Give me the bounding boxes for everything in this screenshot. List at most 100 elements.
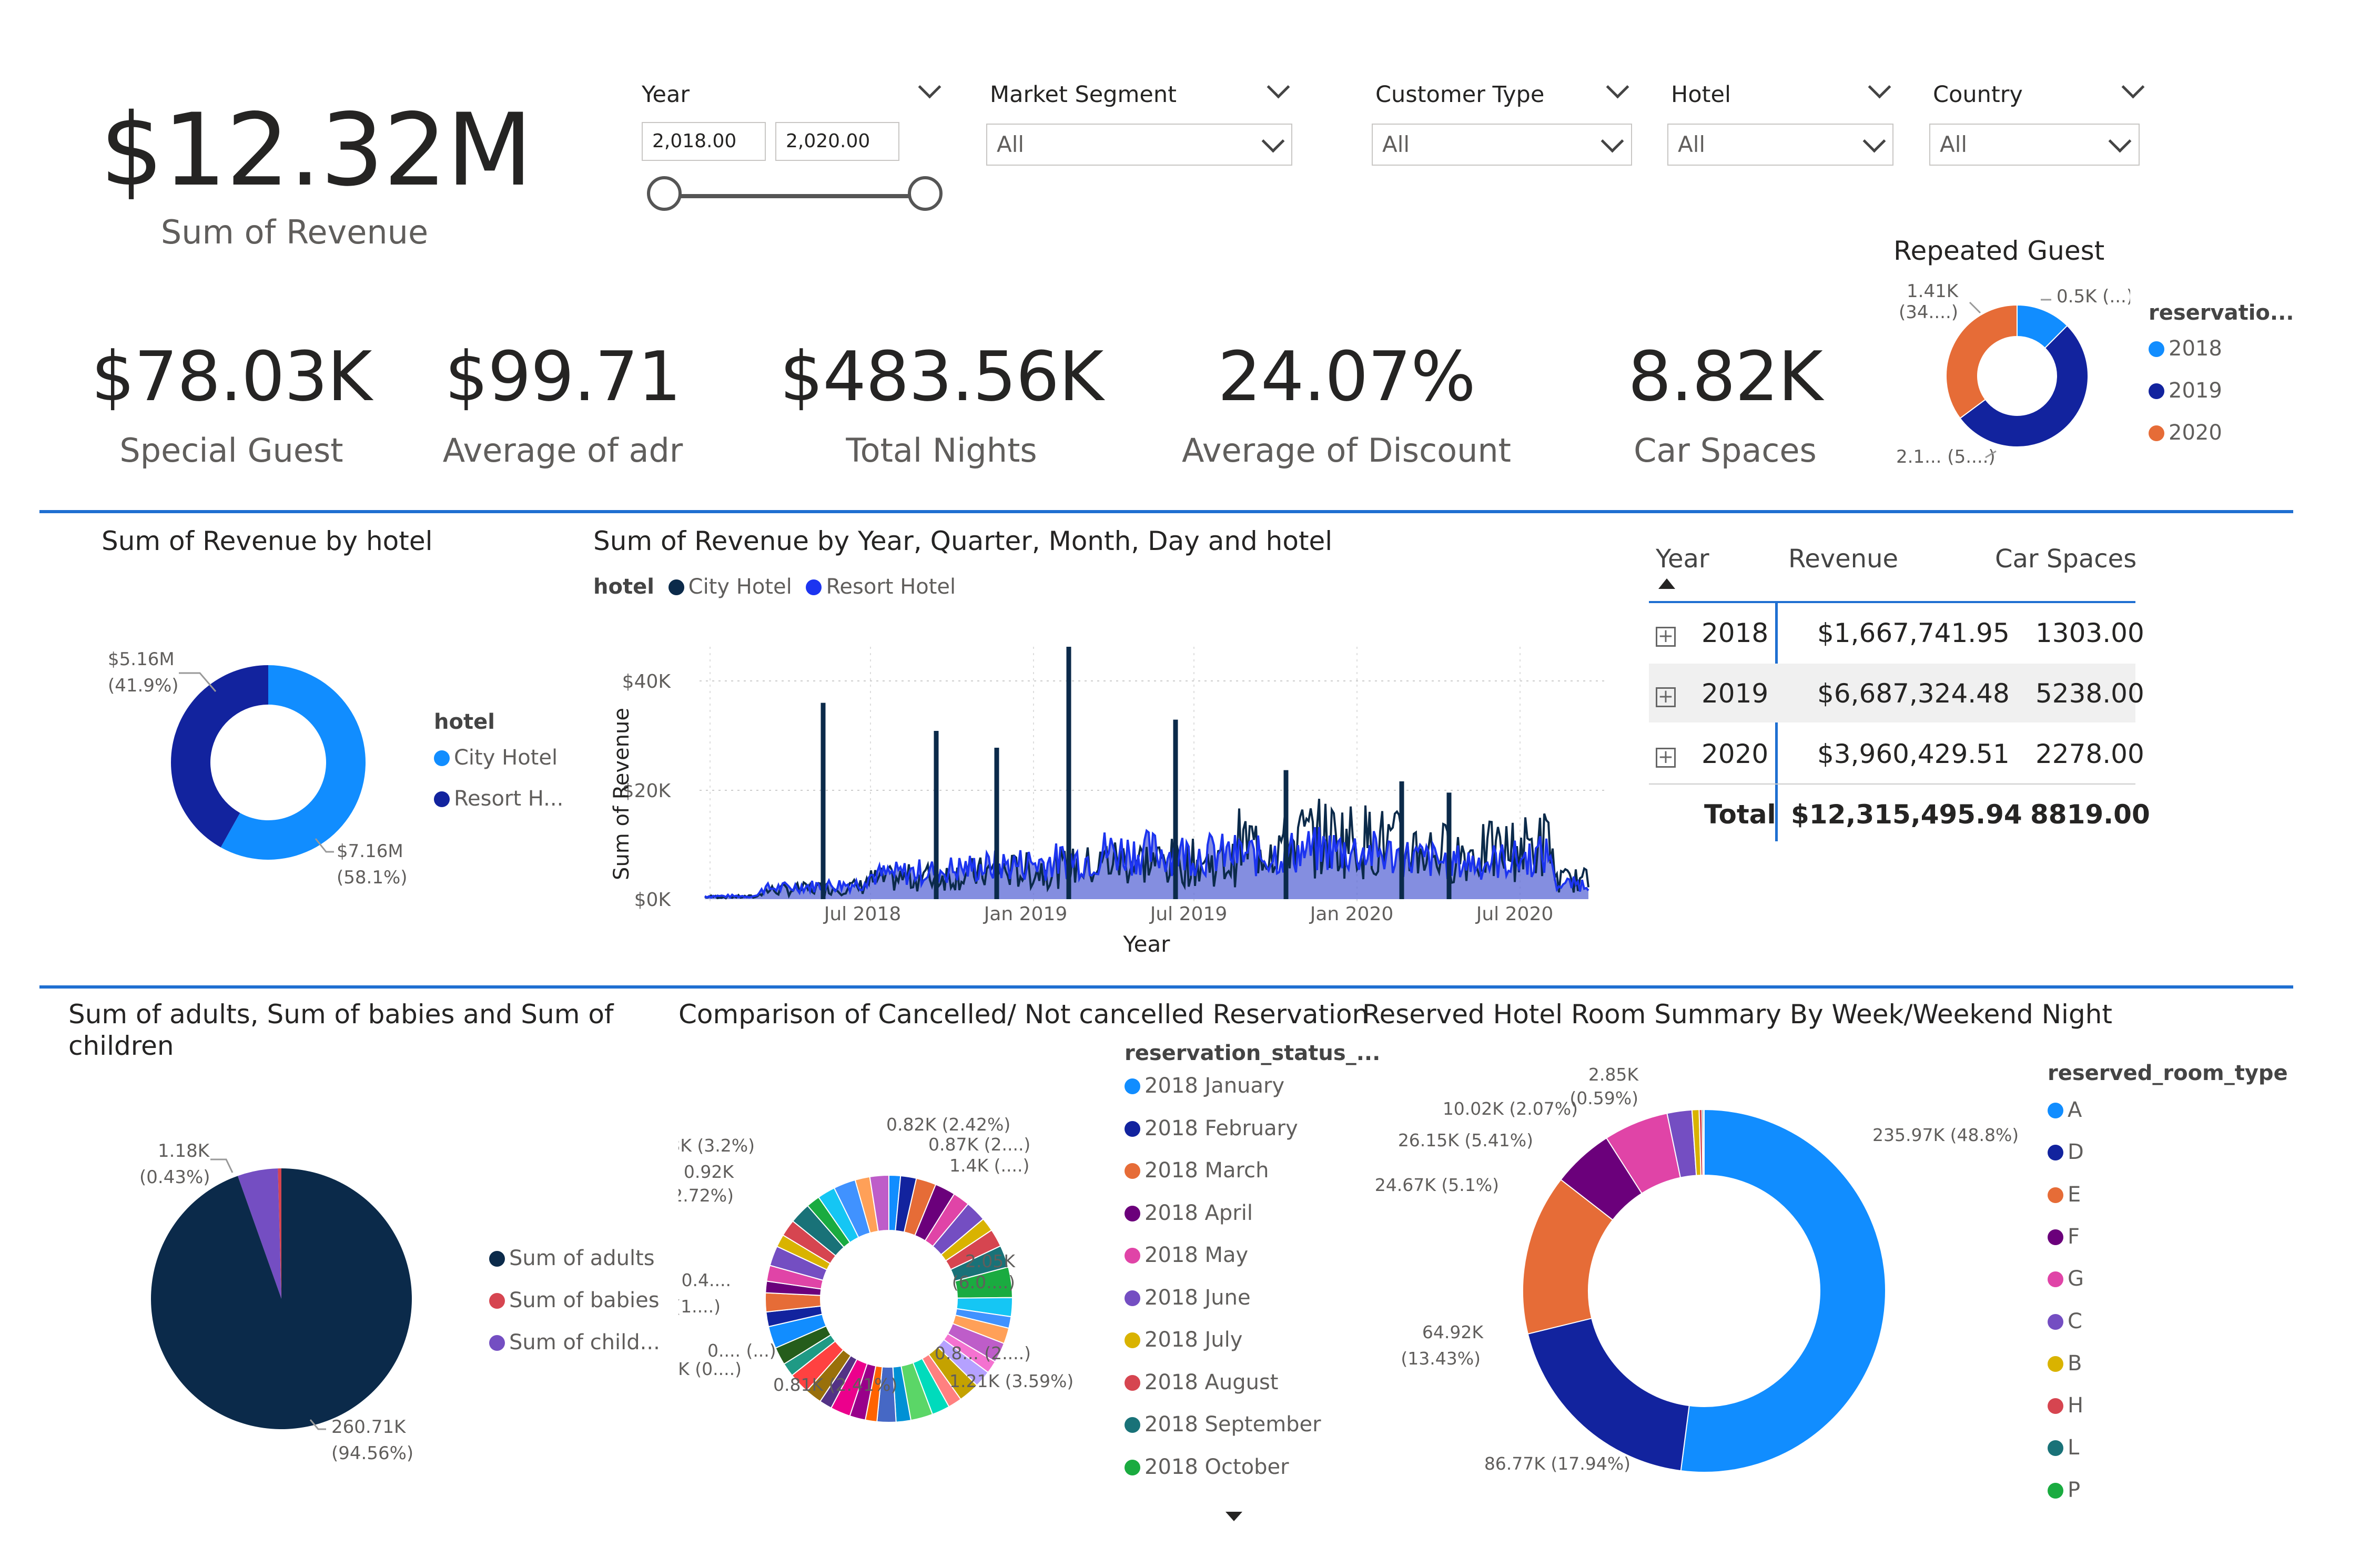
room-legend-label: F [2068, 1224, 2080, 1249]
rg-legend-2019[interactable]: 2019 [2149, 379, 2222, 403]
rh-legend-resort[interactable]: Resort H... [434, 787, 563, 811]
chevron-down-icon[interactable] [1267, 75, 1290, 99]
rg-legend-2018[interactable]: 2018 [2149, 337, 2222, 361]
room-legend-item[interactable]: A [2048, 1098, 2082, 1122]
chevron-down-icon[interactable] [2121, 75, 2145, 99]
cancel-legend-item[interactable]: 2018 January [1125, 1074, 1284, 1098]
gp-legend-adults[interactable]: Sum of adults [489, 1246, 655, 1270]
room-legend-item[interactable]: F [2048, 1225, 2080, 1249]
room-data-label: 86.77K (17.94%) [1484, 1453, 1630, 1474]
guests-pie[interactable]: 1.18K (0.43%) 260.71K (94.56%) [116, 1120, 473, 1478]
room-legend-label: D [2068, 1140, 2084, 1165]
cancel-legend-label: 2018 April [1145, 1200, 1253, 1225]
table-cell-year: 2020 [1702, 739, 1769, 769]
rg-legend-2020[interactable]: 2020 [2149, 421, 2222, 445]
section-divider [39, 510, 2293, 513]
chevron-down-icon[interactable] [1606, 75, 1629, 99]
year-min-input[interactable]: 2,018.00 [642, 122, 766, 161]
legend-scroll-down-icon[interactable] [1226, 1512, 1242, 1521]
room-data-label: 10.02K (2.07%) [1443, 1098, 1578, 1119]
room-donut[interactable]: 235.97K (48.8%) 86.77K (17.94%) 64.92K (13.… [1368, 1052, 2035, 1509]
cancel-legend-label: 2018 August [1145, 1370, 1279, 1394]
room-data-label: (0.59%) [1569, 1088, 1638, 1108]
rg-legend-label: 2019 [2169, 379, 2222, 403]
expand-icon[interactable]: + [1656, 687, 1676, 707]
car-spaces-label: Car Spaces [1634, 431, 1817, 470]
cancel-data-label: 0.... (...) [707, 1340, 776, 1361]
rg-legend-title: reservatio... [2149, 301, 2294, 325]
market-segment-dropdown[interactable]: All [986, 124, 1292, 166]
market-segment-title: Market Segment [990, 82, 1177, 108]
room-legend-item[interactable]: D [2048, 1140, 2084, 1164]
avg-discount-label: Average of Discount [1182, 431, 1511, 470]
legend-dot-icon [2048, 1103, 2063, 1118]
room-data-label: 2.85K [1588, 1064, 1639, 1085]
cancel-legend-item[interactable]: 2018 February [1125, 1116, 1298, 1141]
cancel-legend-item[interactable]: 2018 April [1125, 1201, 1253, 1225]
year-slider-max-handle[interactable] [908, 176, 943, 211]
cancel-data-label: 0.87K (2....) [928, 1134, 1030, 1155]
expand-icon[interactable]: + [1656, 627, 1676, 647]
cancel-legend-item[interactable]: 2018 June [1125, 1286, 1251, 1310]
table-total-car: 8819.00 [2030, 799, 2150, 830]
y-tick: $0K [634, 889, 672, 911]
rg-label-a: 0.5K (...) [2057, 286, 2130, 307]
year-slider-track [667, 194, 928, 198]
legend-dot-icon [434, 791, 450, 807]
table-header-revenue[interactable]: Revenue [1788, 544, 1898, 574]
table-header-car[interactable]: Car Spaces [1995, 544, 2136, 574]
cancel-legend-label: 2018 January [1145, 1074, 1285, 1098]
gp-legend-children[interactable]: Sum of child... [489, 1330, 660, 1355]
chevron-down-icon[interactable] [1868, 75, 1891, 99]
room-legend-item[interactable]: C [2048, 1309, 2082, 1333]
year-slider-min-handle[interactable] [647, 176, 682, 211]
table-total-label: Total [1704, 799, 1776, 830]
legend-dot-icon [1125, 1121, 1140, 1137]
room-legend-item[interactable]: L [2048, 1435, 2079, 1460]
repeated-guest-donut[interactable]: 1.41K (34....) 0.5K (...) 2.1... (5....) [1883, 284, 2130, 473]
timeline-legend-city[interactable]: City Hotel [688, 575, 792, 599]
expand-icon[interactable]: + [1656, 748, 1676, 768]
room-legend-item[interactable]: E [2048, 1183, 2081, 1207]
cancel-legend-item[interactable]: 2018 March [1125, 1158, 1269, 1183]
cancel-legend-label: 2018 July [1145, 1328, 1243, 1352]
cancel-legend-item[interactable]: 2018 September [1125, 1412, 1321, 1437]
table-cell-year: 2018 [1702, 618, 1769, 648]
revenue-by-hotel-donut[interactable]: $5.16M (41.9%) $7.16M (58.1%) [95, 641, 431, 904]
gp-legend-babies[interactable]: Sum of babies [489, 1288, 660, 1312]
room-slice[interactable] [1527, 1317, 1690, 1472]
room-legend-label: G [2068, 1267, 2084, 1291]
table-header-year[interactable]: Year [1656, 544, 1709, 574]
cancel-legend-item[interactable]: 2018 July [1125, 1328, 1242, 1352]
table-total-revenue: $12,315,495.94 [1791, 799, 2022, 830]
x-tick: Jan 2020 [1309, 903, 1394, 925]
rh-legend-city[interactable]: City Hotel [434, 746, 558, 770]
sort-ascending-icon[interactable] [1658, 578, 1675, 589]
legend-dot-icon [1125, 1459, 1140, 1475]
chevron-down-icon[interactable] [918, 75, 941, 99]
cancel-legend-item[interactable]: 2018 May [1125, 1243, 1248, 1267]
room-legend-item[interactable]: G [2048, 1267, 2084, 1291]
legend-dot-icon [2149, 383, 2164, 399]
country-dropdown[interactable]: All [1929, 124, 2140, 166]
cancel-legend-item[interactable]: 2018 October [1125, 1455, 1289, 1479]
hotel-dropdown[interactable]: All [1667, 124, 1893, 166]
cancel-data-label: 2.05K [965, 1251, 1016, 1271]
cancel-legend-label: 2018 October [1145, 1454, 1289, 1479]
section-divider [39, 985, 2293, 989]
guests-title-line1: Sum of adults, Sum of babies and Sum of [68, 999, 614, 1030]
cancel-legend-item[interactable]: 2018 August [1125, 1370, 1279, 1394]
timeline-chart[interactable]: $40K $20K $0K Sum of Revenue Jul 2018 Ja… [589, 615, 1615, 973]
room-legend-item[interactable]: H [2048, 1393, 2083, 1418]
room-legend-label: L [2068, 1435, 2080, 1460]
cancel-donut[interactable]: 0.82K (2.42%)0.87K (2....)1.4K (....) 2.0… [678, 1109, 1136, 1467]
room-legend-item[interactable]: B [2048, 1351, 2082, 1376]
timeline-legend-resort[interactable]: Resort Hotel [826, 575, 956, 599]
year-max-input[interactable]: 2,020.00 [775, 122, 899, 161]
rg-legend-label: 2018 [2169, 337, 2222, 361]
cancel-data-label: 1.4K (....) [949, 1155, 1029, 1176]
customer-type-dropdown[interactable]: All [1372, 124, 1632, 166]
room-slice[interactable] [1680, 1108, 1887, 1473]
legend-dot-icon [2048, 1313, 2063, 1330]
room-legend-item[interactable]: P [2048, 1478, 2080, 1502]
